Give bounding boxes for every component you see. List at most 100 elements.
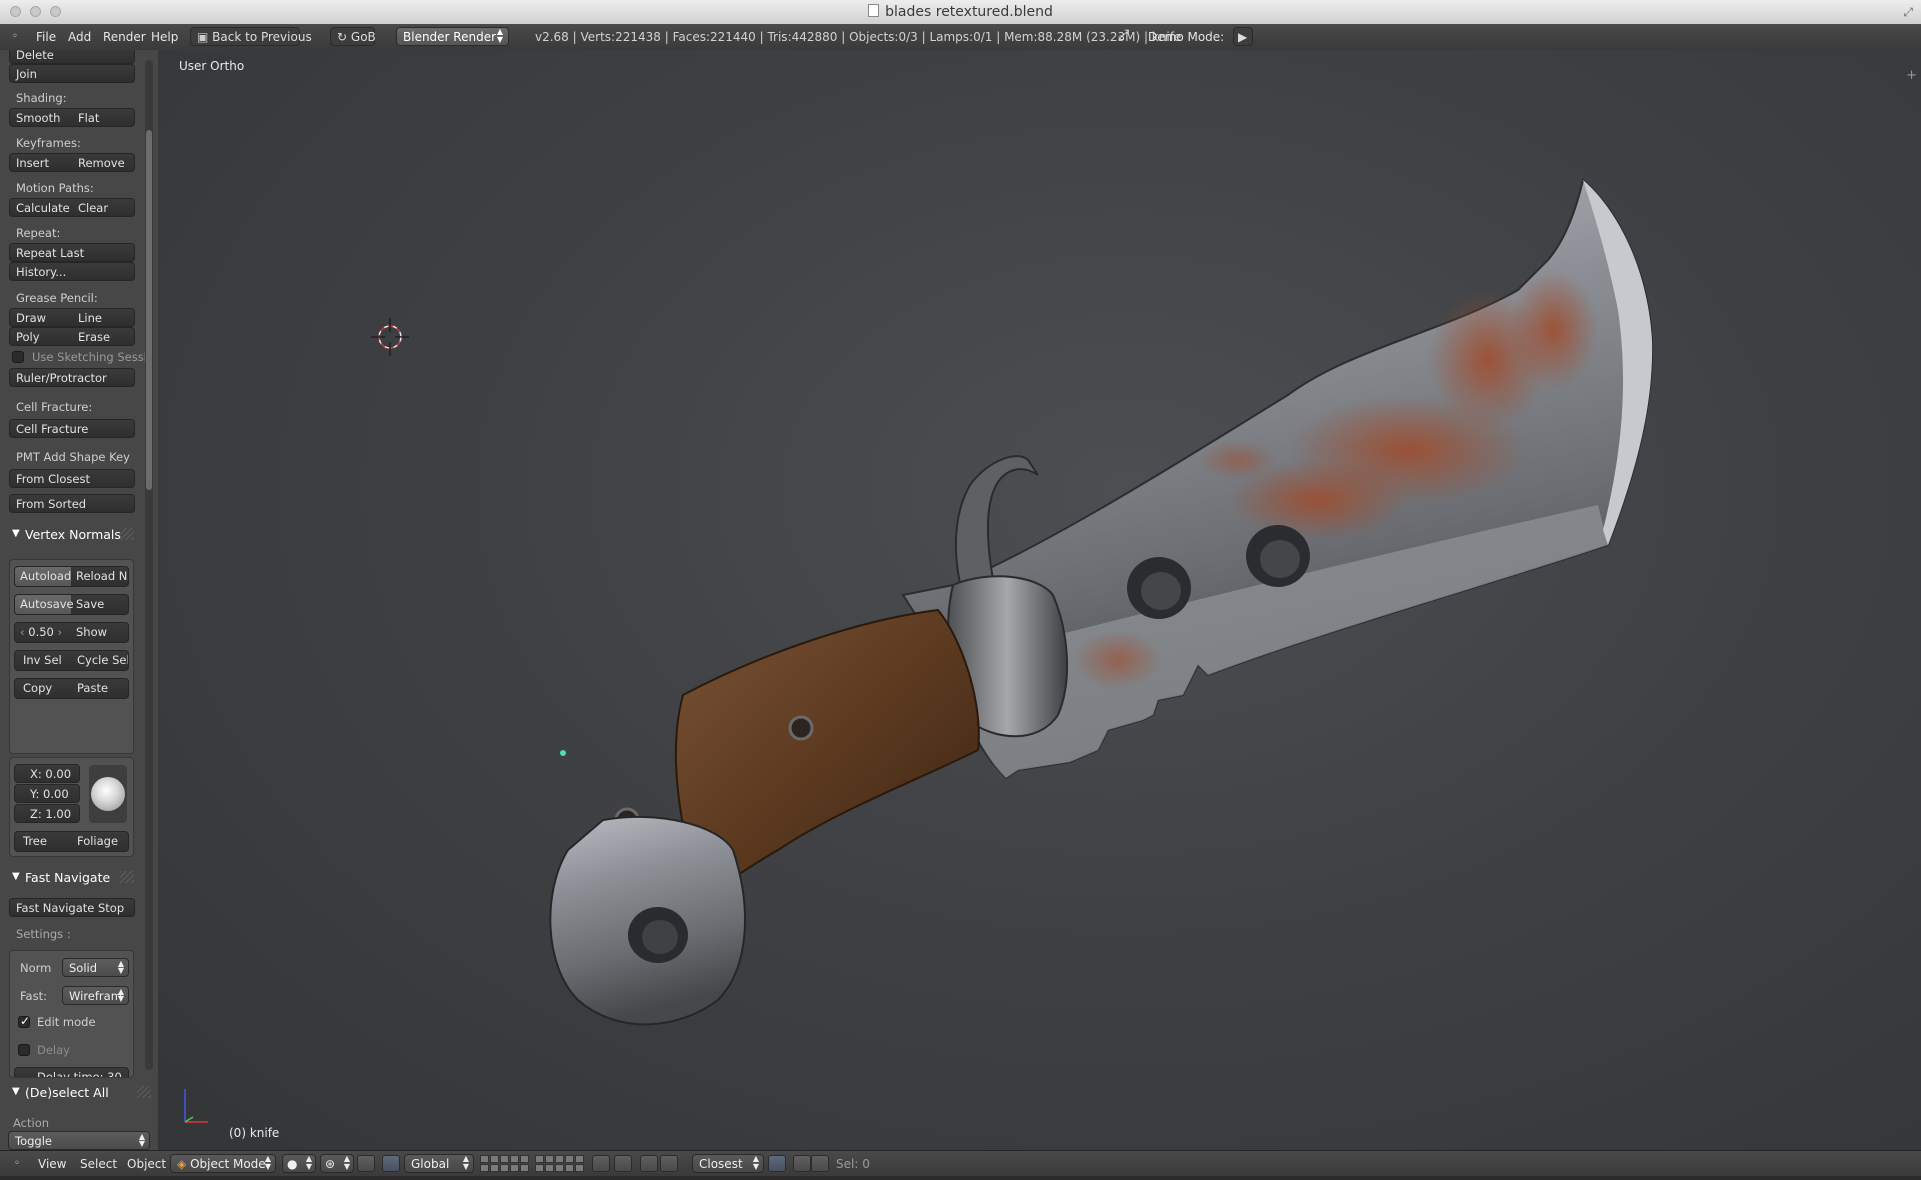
delete-button[interactable]: Delete [9,50,135,64]
paste-normals-button[interactable]: Paste [77,681,108,695]
smooth-button[interactable]: Smooth [16,111,60,125]
normal-x-field[interactable]: X: 0.00 [14,764,80,783]
snap-target-select[interactable]: Closest ▲ ▼ [692,1154,764,1173]
drag-grip-icon[interactable] [120,871,134,883]
copy-normals-button[interactable]: Copy [23,681,52,695]
toolbar-scroll-thumb[interactable] [146,130,152,490]
manipulator-toggle-icon[interactable] [357,1155,375,1172]
editor-type-icon[interactable]: ◦ [14,1158,20,1169]
repeat-last-button[interactable]: Repeat Last [9,243,135,262]
snap-element-icon[interactable] [660,1155,678,1172]
settings-label: Settings : [16,927,71,941]
knife-model[interactable] [549,178,1654,1026]
menu-add[interactable]: Add [68,30,91,44]
menu-help[interactable]: Help [151,30,178,44]
norm-shading-select[interactable]: Solid ▲ ▼ [62,958,129,977]
edit-mode-checkbox[interactable] [18,1014,30,1028]
fast-shading-select[interactable]: Wirefram ▲ ▼ [62,986,129,1005]
save-normals-button[interactable]: Save [76,597,104,611]
edit-mode-label: Edit mode [37,1015,96,1029]
reload-normals-button[interactable]: Reload No [76,569,128,583]
transform-manipulator-icon[interactable] [382,1155,400,1172]
fullscreen-icon[interactable]: ⤢ [1903,5,1913,20]
transform-orientation-select[interactable]: Global ▲ ▼ [404,1154,474,1173]
pivot-point-select[interactable]: ⊛ ▲ ▼ [320,1154,354,1173]
snap-rotation-icon[interactable] [768,1155,786,1172]
opengl-render-icon[interactable] [793,1155,811,1172]
action-select[interactable]: Toggle ▲ ▼ [8,1131,150,1150]
drag-grip-icon[interactable] [120,528,134,540]
editor-type-icon[interactable]: ◦ [12,31,18,42]
window-titlebar: blades retextured.blend ⤢ [0,0,1921,25]
flat-button[interactable]: Flat [78,111,99,125]
strength-field[interactable]: ‹ 0.50 › [20,625,62,639]
layer-buttons-2[interactable] [535,1155,584,1172]
object-mode-icon: ◈ [177,1157,187,1171]
calculate-button[interactable]: Calculate [16,201,70,215]
play-demo-button[interactable]: ▶ [1233,27,1253,46]
use-sketching-checkbox[interactable] [12,351,24,363]
history-button[interactable]: History... [9,262,135,281]
axis-gizmo-icon [184,1089,208,1123]
menu-view[interactable]: View [38,1157,66,1171]
repeat-label: Repeat: [16,226,61,240]
join-button[interactable]: Join [9,64,135,83]
cell-fracture-button[interactable]: Cell Fracture [9,419,135,438]
normal-y-field[interactable]: Y: 0.00 [14,784,80,803]
autoload-row: Autoload Reload No [14,566,129,587]
layer-lock-icon[interactable] [592,1155,610,1172]
fullscreen-toggle-icon[interactable]: ⤢ [1118,27,1129,43]
collapse-triangle-icon: ▼ [12,528,20,539]
menu-file[interactable]: File [36,30,56,44]
viewport-shading-select[interactable]: ● ▲ ▼ [282,1154,316,1173]
render-engine-select[interactable]: Blender Render ▲ ▼ [396,27,509,46]
normal-z-field[interactable]: Z: 1.00 [14,804,80,823]
deselect-all-panel-header[interactable]: ▼ (De)select All [0,1080,156,1106]
fast-navigate-panel-header[interactable]: ▼ Fast Navigate [0,865,140,891]
remove-keyframe-button[interactable]: Remove [78,156,125,170]
autosave-row: Autosave Save [14,594,129,615]
gob-button[interactable]: ↻ GoB [330,27,376,46]
menu-object[interactable]: Object [127,1157,166,1171]
toolbar-scrollbar[interactable] [145,60,153,1070]
mode-select[interactable]: ◈ Object Mode ▲ ▼ [170,1154,276,1173]
stop-button[interactable]: Stop [98,901,124,915]
3d-view-header: ◦ View Select Object ◈ Object Mode ▲ ▼ ● … [0,1150,1921,1177]
3d-cursor-icon[interactable] [371,318,409,356]
from-closest-button[interactable]: From Closest [9,469,135,488]
pmt-shape-key-label: PMT Add Shape Key [16,450,130,464]
line-button[interactable]: Line [78,311,102,325]
layer-buttons-1[interactable] [480,1155,529,1172]
back-to-previous-button[interactable]: ▣ Back to Previous [190,27,312,46]
opengl-animation-icon[interactable] [811,1155,829,1172]
erase-button[interactable]: Erase [78,330,110,344]
autoload-toggle[interactable]: Autoload [20,569,71,583]
drag-grip-icon[interactable] [137,1086,151,1098]
foliage-button[interactable]: Foliage [77,834,118,848]
menu-select[interactable]: Select [80,1157,117,1171]
fast-navigate-settings-panel: Norm Solid ▲▼ Fast: Wirefram ▲▼ Edit mod… [9,950,134,1078]
3d-viewport[interactable]: User Ortho (0) knife + [158,50,1921,1150]
vertex-normals-panel: Autoload Reload No Autosave Save ‹ 0.50 … [9,559,134,754]
ruler-protractor-button[interactable]: Ruler/Protractor [9,368,135,387]
draw-button[interactable]: Draw [16,311,46,325]
insert-keyframe-button[interactable]: Insert [16,156,49,170]
tree-button[interactable]: Tree [23,834,47,848]
inv-sel-button[interactable]: Inv Sel [23,653,62,667]
autosave-toggle[interactable]: Autosave [20,597,74,611]
delay-checkbox[interactable] [18,1044,30,1056]
delay-time-field[interactable]: Delay time: 30 [14,1067,129,1077]
show-button[interactable]: Show [76,625,107,639]
cycle-sel-button[interactable]: Cycle Sel [77,653,128,667]
menu-render[interactable]: Render [103,30,146,44]
poly-button[interactable]: Poly [16,330,40,344]
normal-sphere-widget[interactable] [89,765,127,823]
fast-navigate-button[interactable]: Fast Navigate [16,901,94,915]
clear-button[interactable]: Clear [78,201,108,215]
action-label: Action [13,1116,50,1130]
from-sorted-button[interactable]: From Sorted [9,494,135,513]
scene-statistics: v2.68 | Verts:221438 | Faces:221440 | Tr… [535,30,1182,44]
proportional-edit-icon[interactable] [614,1155,632,1172]
snap-toggle-icon[interactable] [640,1155,658,1172]
vertex-normals-panel-header[interactable]: ▼ Vertex Normals [0,522,140,548]
